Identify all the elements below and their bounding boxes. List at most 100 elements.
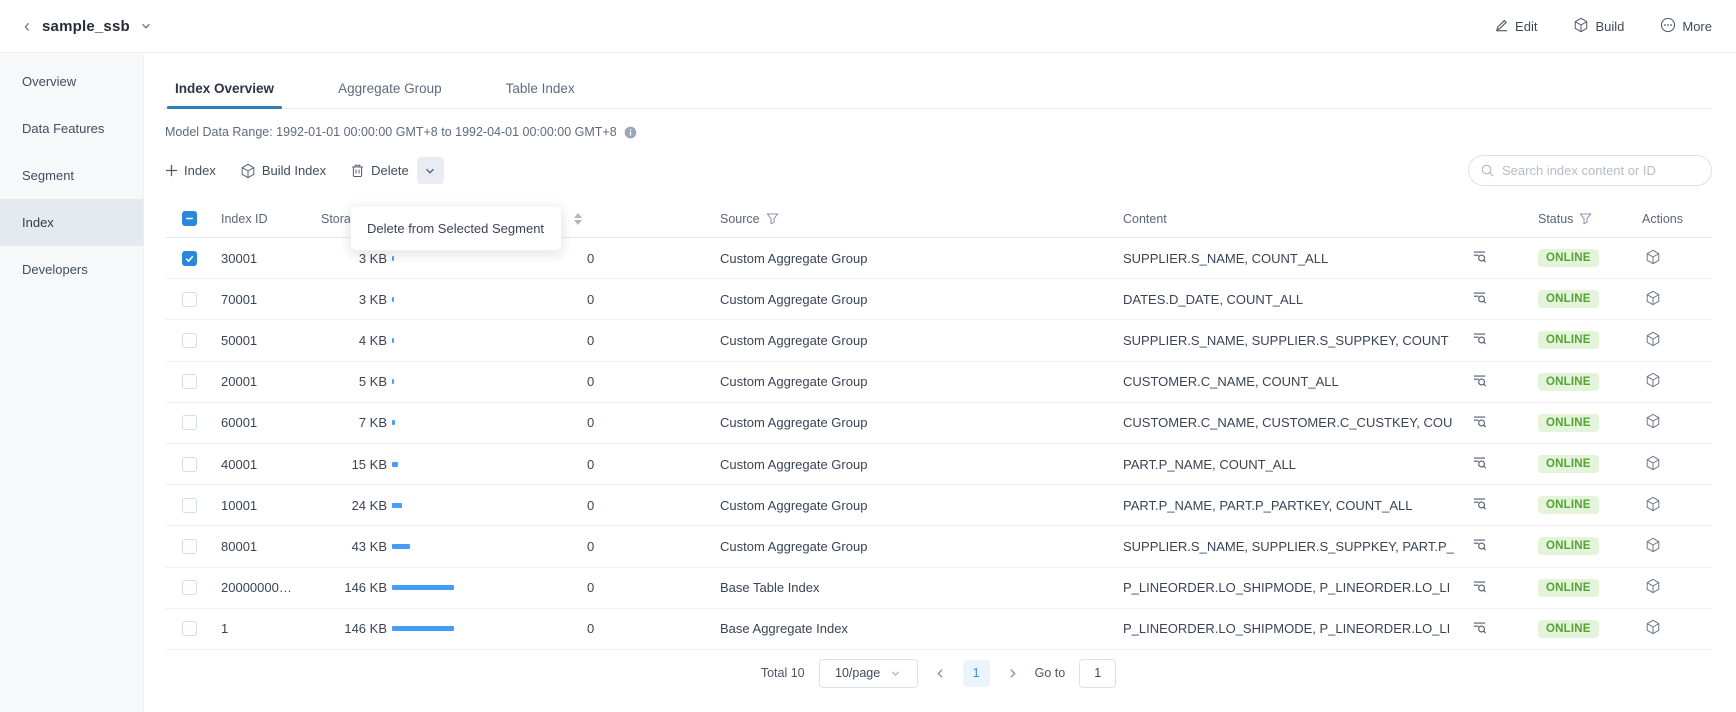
table-row: 10001 24 KB 0 Custom Aggregate Group PAR… bbox=[165, 485, 1712, 526]
cell-index-id: 20001 bbox=[215, 374, 315, 389]
status-badge: ONLINE bbox=[1538, 414, 1599, 432]
status-filter-icon[interactable] bbox=[1579, 212, 1592, 225]
cell-actions bbox=[1620, 372, 1712, 391]
cell-content: SUPPLIER.S_NAME, SUPPLIER.S_SUPPKEY, COU… bbox=[1110, 331, 1495, 349]
row-build-cube-icon[interactable] bbox=[1645, 578, 1661, 594]
build-index-button[interactable]: Build Index bbox=[240, 163, 326, 179]
row-checkbox[interactable] bbox=[182, 621, 197, 636]
row-checkbox[interactable] bbox=[182, 292, 197, 307]
delete-button[interactable]: Delete bbox=[350, 163, 409, 178]
cell-content: CUSTOMER.C_NAME, COUNT_ALL bbox=[1110, 373, 1495, 391]
storage-size: 4 KB bbox=[315, 333, 387, 348]
cell-storage: 5 KB bbox=[315, 374, 560, 389]
table-row: 20000000… 146 KB 0 Base Table Index P_LI… bbox=[165, 568, 1712, 609]
page-number-button[interactable]: 1 bbox=[963, 660, 990, 687]
search-input[interactable] bbox=[1468, 155, 1712, 186]
view-index-detail-icon[interactable] bbox=[1472, 414, 1487, 432]
row-checkbox[interactable] bbox=[182, 457, 197, 472]
view-index-detail-icon[interactable] bbox=[1472, 496, 1487, 514]
cell-usage: 0 bbox=[560, 333, 680, 348]
cell-usage: 0 bbox=[560, 539, 680, 554]
pagination-total: Total 10 bbox=[761, 666, 805, 680]
sidebar: Overview Data Features Segment Index Dev… bbox=[0, 53, 144, 712]
model-index-page: ‹ sample_ssb Edit Build bbox=[0, 0, 1736, 712]
view-index-detail-icon[interactable] bbox=[1472, 579, 1487, 597]
model-data-range-text: Model Data Range: 1992-01-01 00:00:00 GM… bbox=[165, 125, 617, 139]
row-build-cube-icon[interactable] bbox=[1645, 455, 1661, 471]
status-badge: ONLINE bbox=[1538, 496, 1599, 514]
row-checkbox[interactable] bbox=[182, 580, 197, 595]
cell-source: Custom Aggregate Group bbox=[680, 374, 1110, 389]
view-index-detail-icon[interactable] bbox=[1472, 249, 1487, 267]
cell-usage: 0 bbox=[560, 621, 680, 636]
row-build-cube-icon[interactable] bbox=[1645, 331, 1661, 347]
cell-storage: 3 KB bbox=[315, 292, 560, 307]
title-chevron-down-icon[interactable] bbox=[140, 20, 152, 32]
cell-status: ONLINE bbox=[1495, 455, 1620, 473]
back-button[interactable]: ‹ bbox=[22, 17, 32, 35]
view-index-detail-icon[interactable] bbox=[1472, 290, 1487, 308]
row-build-cube-icon[interactable] bbox=[1645, 413, 1661, 429]
page-size-select[interactable]: 10/page bbox=[819, 659, 918, 688]
storage-size: 3 KB bbox=[315, 251, 387, 266]
row-checkbox[interactable] bbox=[182, 251, 197, 266]
source-filter-icon[interactable] bbox=[766, 212, 779, 225]
sidebar-item-index[interactable]: Index bbox=[0, 199, 143, 246]
row-checkbox[interactable] bbox=[182, 333, 197, 348]
storage-bar bbox=[392, 585, 454, 590]
more-button[interactable]: More bbox=[1660, 17, 1712, 36]
cell-storage: 146 KB bbox=[315, 580, 560, 595]
sidebar-item-overview[interactable]: Overview bbox=[0, 58, 143, 105]
cell-usage: 0 bbox=[560, 457, 680, 472]
row-build-cube-icon[interactable] bbox=[1645, 619, 1661, 635]
cell-content: DATES.D_DATE, COUNT_ALL bbox=[1110, 290, 1495, 308]
storage-bar bbox=[392, 338, 394, 343]
add-index-button[interactable]: Index bbox=[165, 163, 216, 178]
cell-actions bbox=[1620, 249, 1712, 268]
view-index-detail-icon[interactable] bbox=[1472, 455, 1487, 473]
row-build-cube-icon[interactable] bbox=[1645, 537, 1661, 553]
sort-toggle[interactable] bbox=[574, 213, 582, 225]
row-build-cube-icon[interactable] bbox=[1645, 249, 1661, 265]
sidebar-item-data-features[interactable]: Data Features bbox=[0, 105, 143, 152]
tab-aggregate-group[interactable]: Aggregate Group bbox=[330, 81, 450, 108]
prev-page-button[interactable] bbox=[932, 667, 949, 680]
row-checkbox[interactable] bbox=[182, 498, 197, 513]
build-button[interactable]: Build bbox=[1573, 17, 1624, 36]
view-index-detail-icon[interactable] bbox=[1472, 331, 1487, 349]
table-row: 20001 5 KB 0 Custom Aggregate Group CUST… bbox=[165, 362, 1712, 403]
pencil-icon bbox=[1494, 17, 1509, 35]
sidebar-item-developers[interactable]: Developers bbox=[0, 246, 143, 293]
storage-size: 146 KB bbox=[315, 580, 387, 595]
tab-index-overview[interactable]: Index Overview bbox=[167, 81, 282, 108]
delete-dropdown-menu: Delete from Selected Segment bbox=[350, 205, 562, 251]
row-build-cube-icon[interactable] bbox=[1645, 372, 1661, 388]
edit-button[interactable]: Edit bbox=[1494, 17, 1537, 35]
goto-page-input[interactable] bbox=[1079, 659, 1116, 688]
row-build-cube-icon[interactable] bbox=[1645, 290, 1661, 306]
cell-index-id: 60001 bbox=[215, 415, 315, 430]
model-data-range: Model Data Range: 1992-01-01 00:00:00 GM… bbox=[165, 125, 1712, 139]
row-checkbox[interactable] bbox=[182, 415, 197, 430]
info-icon[interactable] bbox=[624, 126, 637, 139]
view-index-detail-icon[interactable] bbox=[1472, 537, 1487, 555]
cell-status: ONLINE bbox=[1495, 537, 1620, 555]
select-all-checkbox[interactable] bbox=[182, 211, 197, 226]
cell-storage: 3 KB bbox=[315, 251, 560, 266]
tab-table-index[interactable]: Table Index bbox=[498, 81, 583, 108]
next-page-button[interactable] bbox=[1004, 667, 1021, 680]
cell-usage: 0 bbox=[560, 415, 680, 430]
delete-dropdown-toggle[interactable] bbox=[417, 157, 444, 184]
col-index-id: Index ID bbox=[221, 212, 268, 226]
view-index-detail-icon[interactable] bbox=[1472, 373, 1487, 391]
row-build-cube-icon[interactable] bbox=[1645, 496, 1661, 512]
content-text: SUPPLIER.S_NAME, COUNT_ALL bbox=[1123, 251, 1466, 266]
menu-item-delete-from-selected-segment[interactable]: Delete from Selected Segment bbox=[367, 221, 544, 236]
status-badge: ONLINE bbox=[1538, 249, 1599, 267]
cell-actions bbox=[1620, 578, 1712, 597]
cell-source: Base Table Index bbox=[680, 580, 1110, 595]
row-checkbox[interactable] bbox=[182, 374, 197, 389]
row-checkbox[interactable] bbox=[182, 539, 197, 554]
view-index-detail-icon[interactable] bbox=[1472, 620, 1487, 638]
sidebar-item-segment[interactable]: Segment bbox=[0, 152, 143, 199]
